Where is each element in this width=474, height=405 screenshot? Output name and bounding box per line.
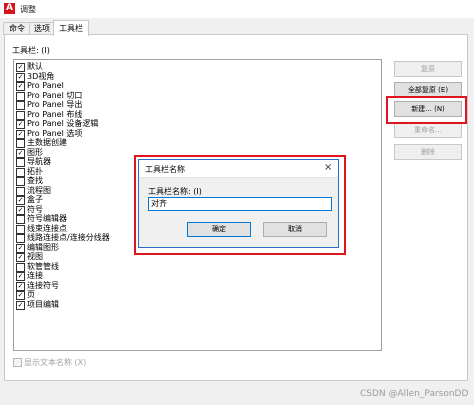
toolbar-item-label: 默认 (27, 62, 43, 71)
show-text-names-checkbox[interactable] (13, 358, 22, 367)
toolbar-checkbox[interactable]: ✓ (16, 243, 25, 253)
toolbar-item-label: 编辑图形 (27, 242, 59, 252)
dialog-title: 工具栏名称 (145, 165, 185, 174)
toolbar-name-dialog: 工具栏名称 × 工具栏名称: (I) 确定 取消 (138, 159, 339, 248)
ok-button[interactable]: 确定 (187, 222, 251, 237)
show-text-names-label: 显示文本名称 (X) (24, 358, 87, 367)
toolbar-checkbox[interactable]: ✓ (16, 63, 25, 72)
toolbar-item-label: 盒子 (27, 195, 43, 204)
toolbar-item-label: 页 (27, 290, 35, 299)
dialog-titlebar: 工具栏名称 × (139, 160, 338, 178)
toolbar-item-label: Pro Panel 选项 (27, 128, 83, 138)
toolbar-name-label: 工具栏名称: (I) (148, 187, 202, 196)
toolbar-item-label: 符号编辑器 (27, 214, 67, 223)
toolbar-item-label: 拓扑 (27, 166, 43, 176)
toolbar-item-label: 线束连接点 (27, 223, 67, 233)
toolbar-item-label: 导航器 (27, 157, 51, 166)
app-logo-icon: A (4, 3, 15, 14)
toolbar-item-label: 视图 (27, 252, 43, 261)
toolbar-checkbox[interactable]: ✓ (16, 253, 25, 262)
toolbar-checkbox[interactable]: ✓ (16, 272, 25, 281)
toolbar-item-label: 连接 (27, 271, 43, 280)
toolbar-checkbox[interactable] (16, 158, 25, 167)
toolbar-item-label: 查找 (27, 176, 43, 185)
rename-button[interactable]: 重命名... (394, 122, 462, 138)
toolbar-checkbox[interactable]: ✓ (16, 82, 25, 91)
toolbar-item-label: 连接符号 (27, 280, 59, 290)
toolbar-item-label: 线路连接点/连接分线器 (27, 233, 110, 242)
toolbar-checkbox[interactable] (16, 224, 25, 234)
toolbar-checkbox[interactable]: ✓ (16, 120, 25, 129)
toolbar-item-label: 流程图 (27, 185, 51, 195)
toolbar-item-label: 软管管线 (27, 261, 59, 271)
toolbar-checkbox[interactable] (16, 186, 25, 196)
toolbar-checkbox[interactable] (16, 167, 25, 177)
toolbar-item-label: 图形 (27, 147, 43, 157)
new-button-highlight (386, 96, 467, 124)
watermark: CSDN @Allen_ParsonDD (360, 389, 469, 399)
toolbar-name-input[interactable] (148, 197, 332, 211)
window-title: 调整 (20, 5, 36, 14)
toolbar-item-label: Pro Panel 导出 (27, 100, 83, 109)
toolbar-checkbox[interactable]: ✓ (16, 129, 25, 139)
toolbar-item-label: 项目编辑 (27, 299, 59, 309)
toolbar-checkbox[interactable]: ✓ (16, 291, 25, 300)
toolbar-checkbox[interactable]: ✓ (16, 196, 25, 205)
toolbar-checkbox[interactable] (16, 139, 25, 148)
close-icon[interactable]: × (324, 162, 332, 173)
toolbar-checkbox[interactable]: ✓ (16, 148, 25, 158)
toolbar-item-label: 主数据创建 (27, 138, 67, 147)
toolbar-checkbox[interactable] (16, 110, 25, 120)
toolbar-checkbox[interactable] (16, 101, 25, 110)
toolbar-item-label: Pro Panel 切口 (27, 90, 83, 100)
toolbar-list-label: 工具栏: (I) (12, 46, 50, 55)
toolbar-checkbox[interactable] (16, 91, 25, 101)
toolbar-item-label: Pro Panel 布线 (27, 109, 83, 119)
window-titlebar: A 调整 (0, 0, 474, 18)
toolbar-item-label: Pro Panel (27, 81, 64, 90)
restore-button[interactable]: 复原 (394, 61, 462, 77)
toolbar-checkbox[interactable] (16, 215, 25, 224)
toolbar-checkbox[interactable]: ✓ (16, 281, 25, 291)
dialog-body: 工具栏名称: (I) 确定 取消 (139, 178, 338, 247)
toolbar-item-label: 3D视角 (27, 71, 55, 81)
toolbar-item-label: Pro Panel 设备逻辑 (27, 119, 99, 128)
toolbar-checkbox[interactable]: ✓ (16, 300, 25, 310)
toolbar-checkbox[interactable] (16, 234, 25, 243)
delete-button[interactable]: 删除 (394, 144, 462, 160)
toolbar-checkbox[interactable]: ✓ (16, 205, 25, 215)
cancel-button[interactable]: 取消 (263, 222, 327, 237)
toolbar-checkbox[interactable] (16, 262, 25, 272)
toolbar-checkbox[interactable] (16, 177, 25, 186)
toolbar-item-label: 符号 (27, 204, 43, 214)
toolbar-checkbox[interactable]: ✓ (16, 72, 25, 82)
tab-toolbars[interactable]: 工具栏 (53, 20, 89, 36)
